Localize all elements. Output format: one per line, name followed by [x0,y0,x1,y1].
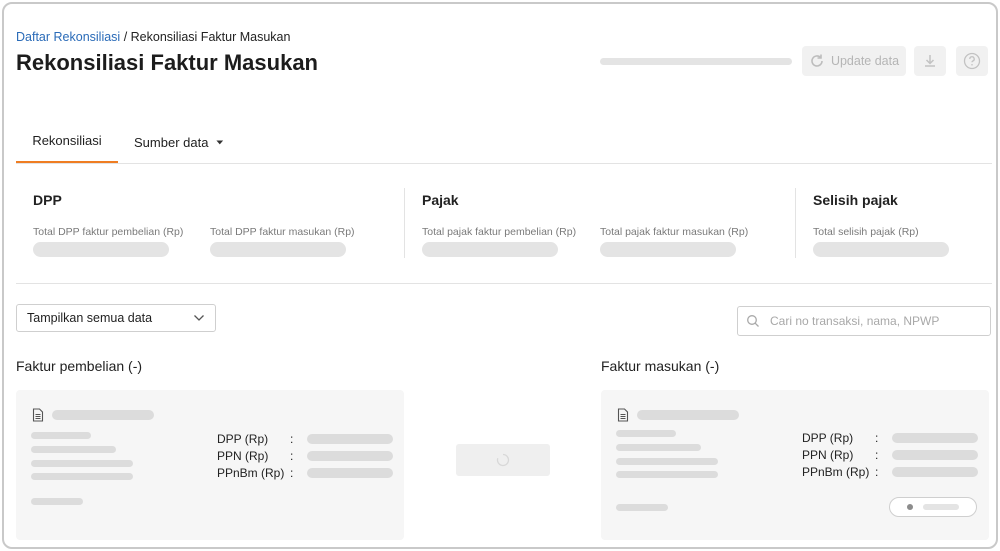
page-title: Rekonsiliasi Faktur Masukan [16,50,318,75]
ppn-value-placeholder [892,450,978,460]
faktur-pembelian-title: Faktur pembelian (-) [16,358,143,374]
tab-bar: Rekonsiliasi Sumber data [16,120,992,164]
doc-number-placeholder [637,410,739,420]
breadcrumb-separator: / [120,30,131,44]
tab-rekonsiliasi[interactable]: Rekonsiliasi [16,120,118,164]
ppnbm-value-placeholder [892,467,978,477]
refresh-icon [811,54,823,67]
selisih-label: Total selisih pajak (Rp) [813,226,919,238]
colon: : [290,432,294,446]
dpp-pembelian-value [33,242,169,257]
download-button[interactable] [914,46,946,76]
tab-sumber-data[interactable]: Sumber data [134,120,226,164]
tabs-divider [16,163,992,164]
spinner-icon [496,453,510,467]
pajak-title: Pajak [422,192,459,208]
colon: : [875,465,879,479]
footer-placeholder [616,504,668,511]
app-window: Daftar Rekonsiliasi / Rekonsiliasi Faktu… [2,2,998,549]
faktur-masukan-card[interactable]: DPP (Rp) PPN (Rp) PPnBm (Rp) : : : [601,390,989,540]
pajak-masukan-value [600,242,736,257]
pajak-pembelian-value [422,242,558,257]
chevron-down-icon [194,315,204,321]
document-icon [617,408,629,422]
pajak-pembelian-label: Total pajak faktur pembelian (Rp) [422,226,577,238]
ppn-value-placeholder [307,451,393,461]
summary-divider [404,188,405,258]
line-placeholder [616,430,676,437]
dpp-pembelian-label: Total DPP faktur pembelian (Rp) [33,226,184,238]
breadcrumb: Daftar Rekonsiliasi / Rekonsiliasi Faktu… [16,30,290,44]
ppn-field-label: PPN (Rp) [217,449,269,463]
document-icon [32,408,44,422]
summary-divider [795,188,796,258]
dpp-field-label: DPP (Rp) [802,431,854,445]
breadcrumb-parent-link[interactable]: Daftar Rekonsiliasi [16,30,120,44]
download-icon [925,55,935,67]
status-dot [907,504,913,510]
dpp-masukan-value [210,242,346,257]
line-placeholder [31,446,116,453]
dpp-value-placeholder [892,433,978,443]
dpp-field-label: DPP (Rp) [217,432,269,446]
line-placeholder [31,473,133,480]
line-placeholder [616,458,718,465]
tab-sumber-data-label: Sumber data [134,134,209,150]
status-pill[interactable] [889,497,977,517]
faktur-pembelian-card[interactable]: DPP (Rp) PPN (Rp) PPnBm (Rp) : : : [16,390,404,540]
selisih-title: Selisih pajak [813,192,898,208]
ppnbm-value-placeholder [307,468,393,478]
filter-select-value: Tampilkan semua data [27,311,153,325]
summary-bottom-divider [16,283,992,284]
ppnbm-field-label: PPnBm (Rp) [802,465,870,479]
line-placeholder [616,444,701,451]
loading-bar [600,58,792,65]
search-icon [747,315,759,327]
colon: : [290,449,294,463]
update-data-button[interactable]: Update data [802,46,906,76]
help-icon [963,52,981,70]
dpp-title: DPP [33,192,62,208]
line-placeholder [616,471,718,478]
match-button[interactable] [456,444,550,476]
update-data-label: Update data [830,54,900,68]
help-button[interactable] [956,46,988,76]
filter-select[interactable]: Tampilkan semua data [16,304,216,332]
colon: : [875,431,879,445]
dpp-value-placeholder [307,434,393,444]
ppnbm-field-label: PPnBm (Rp) [217,466,285,480]
doc-number-placeholder [52,410,154,420]
line-placeholder [31,460,133,467]
line-placeholder [31,432,91,439]
selisih-value [813,242,949,257]
search-input[interactable]: Cari no transaksi, nama, NPWP [737,306,991,336]
colon: : [290,466,294,480]
ppn-field-label: PPN (Rp) [802,448,854,462]
search-placeholder: Cari no transaksi, nama, NPWP [770,314,940,328]
colon: : [875,448,879,462]
footer-placeholder [31,498,83,505]
dpp-masukan-label: Total DPP faktur masukan (Rp) [210,226,355,238]
pajak-masukan-label: Total pajak faktur masukan (Rp) [600,226,749,238]
status-text-placeholder [923,504,959,510]
breadcrumb-current: Rekonsiliasi Faktur Masukan [130,30,291,44]
faktur-masukan-title: Faktur masukan (-) [601,358,720,374]
caret-down-icon [216,140,224,145]
